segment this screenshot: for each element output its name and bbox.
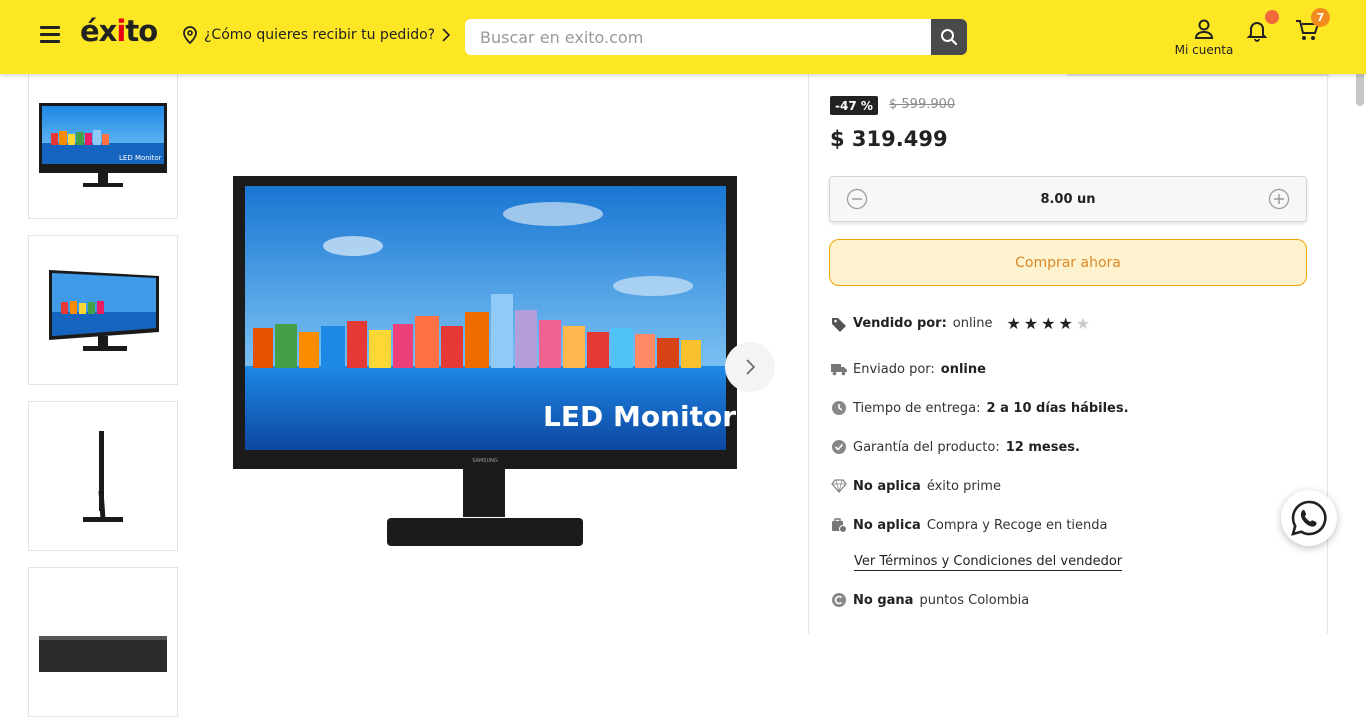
delivery-location-selector[interactable]: ¿Cómo quieres recibir tu pedido? <box>182 26 451 44</box>
tag-icon <box>831 316 847 332</box>
seller-name[interactable]: online <box>953 316 993 331</box>
account-label: Mi cuenta <box>1174 43 1234 57</box>
points-icon <box>831 592 847 608</box>
brand-logo-text: SAMSUNG <box>472 458 498 464</box>
seller-rating: ★ ★ ★ ★ ★ <box>1006 314 1090 333</box>
discount-badge: -47 % <box>830 96 878 115</box>
pickup-text: Compra y Recoge en tienda <box>926 517 1108 533</box>
monitor-back-thumbnail-image <box>39 636 167 672</box>
points-status: No gana <box>853 592 914 608</box>
search-input[interactable] <box>465 19 931 55</box>
seller-label: Vendido por: <box>853 316 947 331</box>
shipped-by: online <box>940 361 986 377</box>
led-monitor-text: LED Monitor <box>543 400 736 433</box>
delivery-label: Tiempo de entrega: <box>853 400 981 416</box>
main-product-image: LED Monitor SAMSUNG <box>233 176 737 548</box>
minus-icon[interactable] <box>846 188 868 210</box>
seller-row: Vendido por: online ★ ★ ★ ★ ★ <box>831 314 1090 333</box>
menu-icon[interactable] <box>40 26 60 44</box>
quantity-stepper: 8.00 un <box>829 176 1307 222</box>
cart-button[interactable]: 7 <box>1294 8 1330 46</box>
cart-count-badge: 7 <box>1311 8 1330 27</box>
search-button[interactable] <box>931 19 967 55</box>
location-pin-icon <box>183 26 197 44</box>
location-prompt: ¿Cómo quieres recibir tu pedido? <box>204 27 436 43</box>
svg-text:LED Monitor: LED Monitor <box>119 154 162 162</box>
thumbnail-side[interactable] <box>28 401 178 551</box>
star-icon: ★ <box>1041 314 1056 333</box>
star-empty-icon: ★ <box>1075 314 1091 333</box>
tab-underline <box>1067 74 1329 76</box>
truck-icon <box>831 361 847 377</box>
shipped-row: Enviado por: online <box>831 361 986 377</box>
whatsapp-icon <box>1291 500 1327 536</box>
diamond-icon <box>831 478 847 494</box>
search-bar <box>465 19 967 55</box>
star-icon: ★ <box>1058 314 1073 333</box>
seller-terms-link[interactable]: Ver Términos y Condiciones del vendedor <box>854 554 1123 571</box>
thumbnail-front[interactable]: LED Monitor <box>28 70 178 219</box>
pickup-status: No aplica <box>853 517 921 533</box>
clock-icon <box>831 400 847 416</box>
plus-icon[interactable] <box>1268 188 1290 210</box>
monitor-side-thumbnail-image <box>83 431 123 522</box>
thumbnail-back[interactable] <box>28 567 178 717</box>
prime-status: No aplica <box>853 478 921 494</box>
chevron-right-icon <box>746 359 756 375</box>
buy-now-button[interactable]: Comprar ahora <box>829 239 1307 286</box>
shipped-label: Enviado por: <box>853 361 935 377</box>
prime-row: No aplica éxito prime <box>831 478 1001 494</box>
warranty-row: Garantía del producto: 12 meses. <box>831 439 1080 455</box>
delivery-row: Tiempo de entrega: 2 a 10 días hábiles. <box>831 400 1129 416</box>
notification-dot <box>1265 10 1279 24</box>
star-icon: ★ <box>1023 314 1039 333</box>
next-image-button[interactable] <box>725 342 775 392</box>
account-button[interactable]: Mi cuenta <box>1170 18 1238 57</box>
whatsapp-button[interactable] <box>1281 490 1337 546</box>
points-row: No gana puntos Colombia <box>831 592 1029 608</box>
product-info-panel <box>808 74 1329 634</box>
monitor-thumbnail-image: LED Monitor <box>39 102 167 187</box>
points-text: puntos Colombia <box>919 592 1030 608</box>
star-icon: ★ <box>1006 314 1021 333</box>
old-price: $ 599.900 <box>889 97 956 112</box>
bell-icon <box>1246 22 1268 42</box>
quantity-value: 8.00 un <box>1040 191 1096 207</box>
notifications-button[interactable] <box>1245 10 1279 44</box>
warranty-label: Garantía del producto: <box>853 439 1000 455</box>
chevron-right-icon <box>442 28 451 42</box>
search-icon <box>941 29 958 46</box>
warranty-value: 12 meses. <box>1005 439 1080 455</box>
monitor-angled-thumbnail-image <box>49 270 159 351</box>
pickup-row: No aplica Compra y Recoge en tienda <box>831 517 1108 533</box>
warranty-badge-icon <box>831 439 847 455</box>
delivery-time: 2 a 10 días hábiles. <box>986 400 1129 416</box>
prime-text: éxito prime <box>926 478 1001 494</box>
user-icon <box>1194 19 1214 39</box>
current-price: $ 319.499 <box>830 127 948 151</box>
store-pickup-icon <box>831 517 847 533</box>
exito-logo[interactable]: éxito <box>80 14 158 48</box>
thumbnail-angled[interactable] <box>28 235 178 385</box>
top-header: éxito ¿Cómo quieres recibir tu pedido? M… <box>0 0 1366 74</box>
